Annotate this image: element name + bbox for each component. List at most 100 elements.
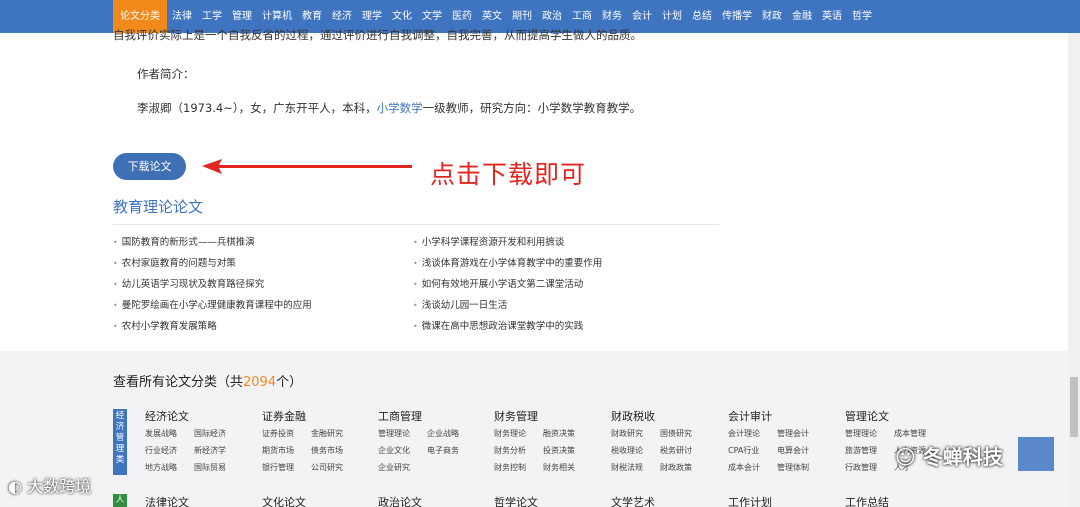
category-link[interactable]: 地方战略 [145, 461, 194, 475]
category-link[interactable]: 期货市场 [262, 444, 311, 458]
vertical-tab-char: 类 [115, 455, 125, 465]
category-title[interactable]: 工商管理 [378, 410, 488, 426]
category-block: 证券金融 证券投资 金融研究 期货市场 债务市场 银行管理 公司研究 [262, 410, 372, 475]
category-link[interactable]: 财政政策 [660, 461, 716, 475]
nav-item[interactable]: 财政 [757, 0, 787, 33]
category-link[interactable]: 电算会计 [777, 444, 833, 458]
download-button[interactable]: 下载论文 [113, 153, 186, 180]
category-link[interactable]: 企业文化 [378, 444, 427, 458]
nav-item[interactable]: 总结 [687, 0, 717, 33]
category-link[interactable]: 财务相关 [543, 461, 599, 475]
nav-item[interactable]: 计划 [657, 0, 687, 33]
scrollbar-thumb[interactable] [1070, 377, 1078, 437]
category-link[interactable]: 投资决策 [543, 444, 599, 458]
bio-text: 李淑卿（1973.4~），女，广东开平人，本科， [137, 101, 377, 115]
category-link[interactable]: 税务研讨 [660, 444, 716, 458]
paper-link[interactable]: 如何有效地开展小学语文第二课堂活动 [413, 278, 602, 299]
category-link[interactable]: 成本管理 [894, 427, 950, 441]
paper-link[interactable]: 农村小学教育发展策略 [113, 320, 312, 341]
vertical-tab-second[interactable]: 人 [113, 494, 127, 507]
category-title[interactable]: 工作总结 [845, 494, 889, 507]
category-link[interactable]: 企业战略 [427, 427, 483, 441]
category-link[interactable]: 行政管理 [845, 461, 894, 475]
category-link[interactable]: 融资决策 [543, 427, 599, 441]
paper-link[interactable]: 微课在高中思想政治课堂教学中的实践 [413, 320, 602, 341]
category-title[interactable]: 哲学论文 [494, 494, 538, 507]
category-link[interactable]: 财务理论 [494, 427, 543, 441]
category-link[interactable]: 成本会计 [728, 461, 777, 475]
article-paragraph-cut: 自我评价实际上是一个自我反省的过程，通过评价进行自我调整，自我完善，从而提高学生… [113, 28, 642, 41]
bio-link[interactable]: 小学数学 [377, 101, 423, 115]
category-link[interactable]: 会计理论 [728, 427, 777, 441]
category-link[interactable]: 管理会计 [777, 427, 833, 441]
annotation-text: 点击下载即可 [430, 160, 587, 189]
all-categories-suffix: 个） [276, 375, 303, 390]
wechat-icon: ☺ [895, 445, 916, 469]
category-link[interactable]: 财税法规 [611, 461, 660, 475]
category-link[interactable]: 管理理论 [378, 427, 427, 441]
category-link[interactable]: 管理体制 [777, 461, 833, 475]
nav-item[interactable]: 哲学 [847, 0, 877, 33]
paper-link[interactable]: 浅谈体育游戏在小学体育教学中的重要作用 [413, 257, 603, 278]
all-categories-prefix: 查看所有论文分类（共 [113, 375, 244, 390]
category-link[interactable]: 行业经济 [145, 444, 194, 458]
category-link[interactable]: 企业研究 [378, 461, 427, 475]
category-block: 经济论文 发展战略 国际经济 行业经济 新经济学 地方战略 国际贸易 [145, 410, 255, 475]
category-title[interactable]: 会计审计 [728, 410, 838, 426]
category-title[interactable]: 法律论文 [145, 494, 189, 507]
category-block: 财政税收 财政研究 国债研究 税收理论 税务研讨 财税法规 财政政策 [611, 410, 721, 475]
nav-item[interactable]: 英语 [817, 0, 847, 33]
category-link[interactable]: 金融研究 [311, 427, 367, 441]
category-link[interactable]: 电子商务 [427, 444, 483, 458]
category-title[interactable]: 经济论文 [145, 410, 255, 426]
paper-link[interactable]: 浅谈幼儿园一日生活 [413, 299, 602, 320]
category-link[interactable]: 国债研究 [660, 427, 716, 441]
watermark-left: ◐ 大数跨境 [8, 473, 91, 497]
category-title[interactable]: 财政税收 [611, 410, 721, 426]
category-link[interactable]: 管理理论 [845, 427, 894, 441]
category-link[interactable]: 财务控制 [494, 461, 543, 475]
category-title[interactable]: 文化论文 [262, 494, 306, 507]
category-link[interactable]: 银行管理 [262, 461, 311, 475]
vertical-tab-char: 经 [115, 411, 125, 421]
category-link[interactable]: CPA行业 [728, 444, 777, 458]
section-divider [113, 224, 719, 225]
category-link[interactable]: 财务分析 [494, 444, 543, 458]
category-link[interactable]: 财政研究 [611, 427, 660, 441]
paper-link[interactable]: 小学科学课程资源开发和利用摭谈 [413, 236, 602, 257]
category-title[interactable]: 管理论文 [845, 410, 955, 426]
paper-link[interactable]: 曼陀罗绘画在小学心理健康教育课程中的应用 [113, 299, 312, 320]
vertical-tab-economy[interactable]: 经济管理类 [113, 409, 127, 475]
category-link[interactable]: 债务市场 [311, 444, 367, 458]
vertical-tab-char: 理 [115, 444, 125, 454]
watermark-logo-icon: ◐ [8, 477, 22, 496]
paper-link[interactable]: 农村家庭教育的问题与对策 [113, 257, 312, 278]
all-categories-title[interactable]: 查看所有论文分类（共2094个） [113, 371, 302, 390]
watermark-box [1018, 437, 1054, 471]
category-block: 工商管理 管理理论 企业战略 企业文化 电子商务 企业研究 [378, 410, 488, 475]
nav-item[interactable]: 传播学 [717, 0, 757, 33]
category-link[interactable]: 旅游管理 [845, 444, 894, 458]
vertical-tab-char: 济 [115, 422, 125, 432]
category-title[interactable]: 证券金融 [262, 410, 372, 426]
section-title[interactable]: 教育理论论文 [113, 196, 203, 217]
category-link[interactable]: 国际贸易 [194, 461, 250, 475]
watermark-right-text: 冬蝉科技 [922, 445, 1003, 469]
paper-list-left: 国防教育的新形式——兵棋推演农村家庭教育的问题与对策幼儿英语学习现状及教育路径探… [113, 236, 312, 341]
nav-item[interactable]: 金融 [787, 0, 817, 33]
category-title[interactable]: 文学艺术 [611, 494, 655, 507]
category-link[interactable]: 税收理论 [611, 444, 660, 458]
category-link[interactable]: 证券投资 [262, 427, 311, 441]
paper-list-right: 小学科学课程资源开发和利用摭谈浅谈体育游戏在小学体育教学中的重要作用如何有效地开… [413, 236, 603, 341]
category-link[interactable] [427, 461, 483, 475]
paper-link[interactable]: 国防教育的新形式——兵棋推演 [113, 236, 312, 257]
category-link[interactable]: 发展战略 [145, 427, 194, 441]
category-link[interactable]: 公司研究 [311, 461, 367, 475]
paper-link[interactable]: 幼儿英语学习现状及教育路径探究 [113, 278, 312, 299]
bio-text-end: 一级教师，研究方向：小学数学教育教学。 [422, 101, 642, 115]
category-title[interactable]: 工作计划 [728, 494, 772, 507]
category-link[interactable]: 新经济学 [194, 444, 250, 458]
category-title[interactable]: 政治论文 [378, 494, 422, 507]
category-link[interactable]: 国际经济 [194, 427, 250, 441]
category-title[interactable]: 财务管理 [494, 410, 604, 426]
